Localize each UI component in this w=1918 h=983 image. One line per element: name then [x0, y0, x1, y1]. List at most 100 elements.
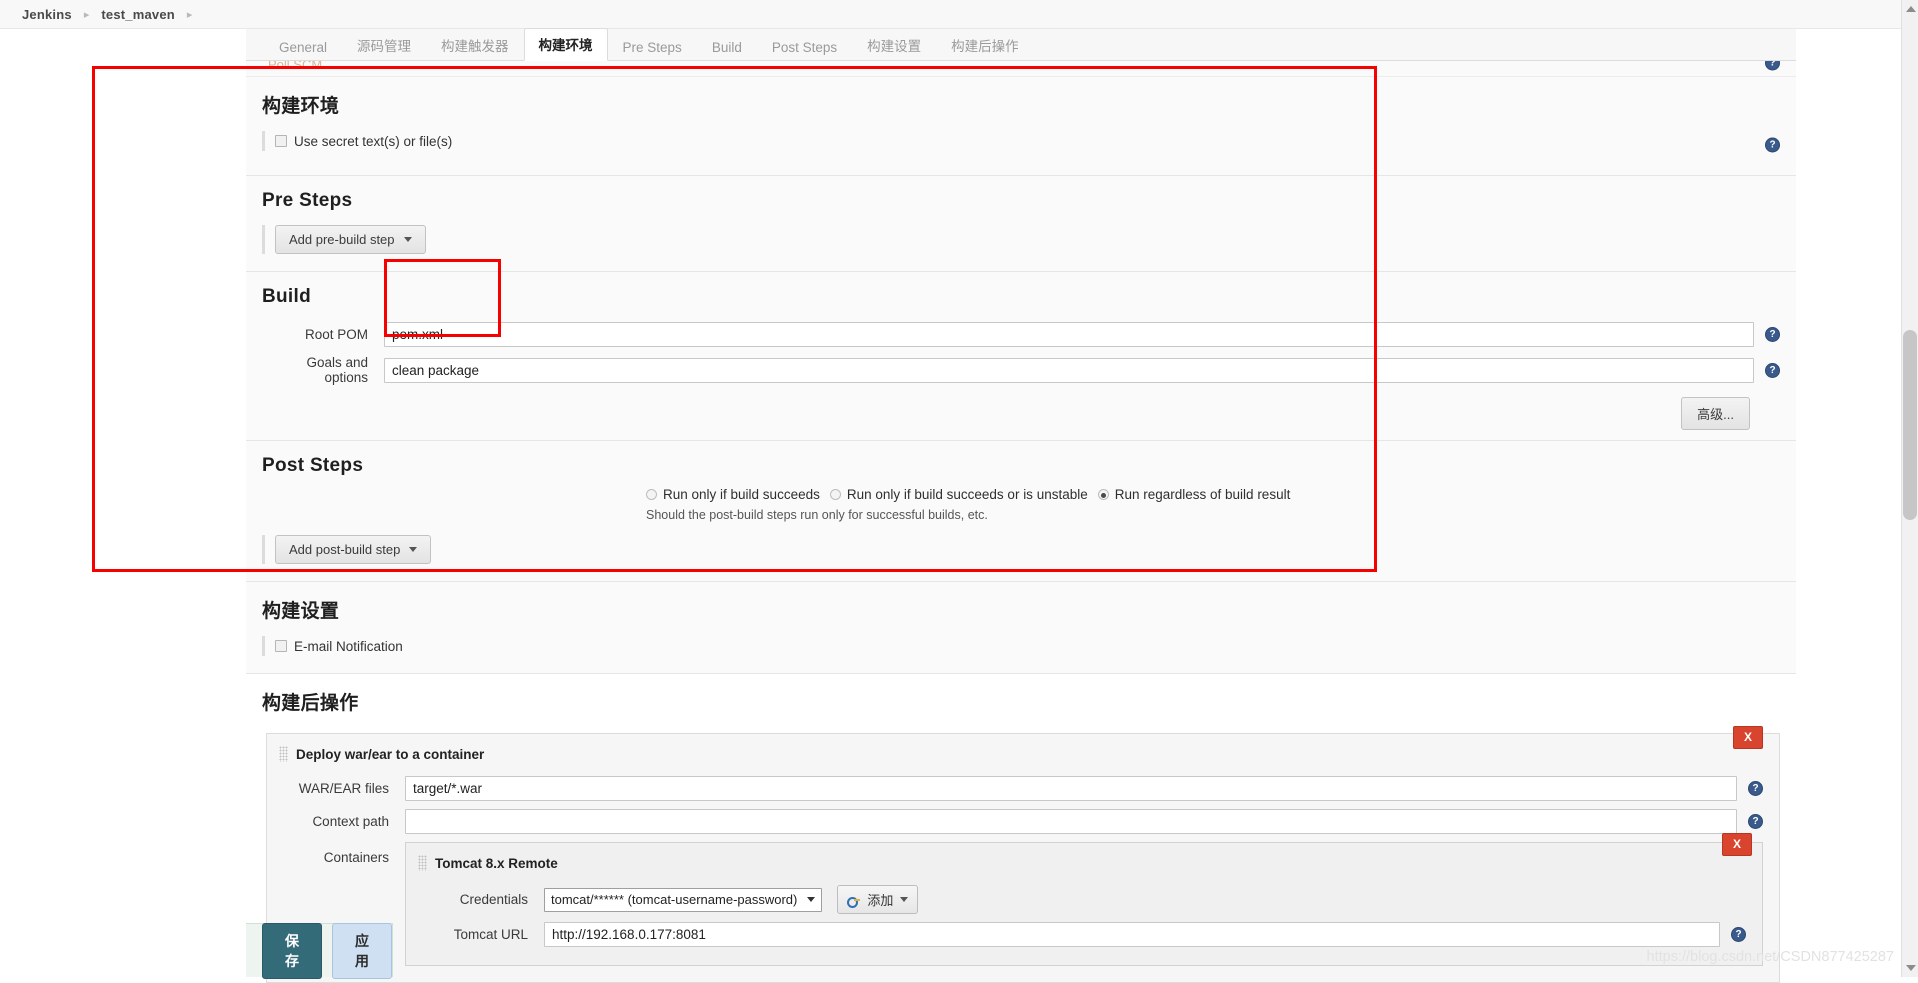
- tomcat-container-header: Tomcat 8.x Remote: [406, 853, 1762, 881]
- email-notification-label: E-mail Notification: [294, 638, 403, 654]
- build-settings-title: 构建设置: [262, 601, 340, 622]
- tab-general[interactable]: General: [264, 34, 342, 61]
- war-ear-files-label: WAR/EAR files: [298, 781, 389, 796]
- use-secret-text-row: Use secret text(s) or file(s) ?: [246, 128, 1796, 161]
- build-environment-title: 构建环境: [262, 96, 340, 117]
- credentials-select[interactable]: tomcat/****** (tomcat-username-password): [544, 887, 823, 912]
- form-action-bar: 保存 应用: [246, 922, 393, 979]
- email-notification-row: E-mail Notification: [246, 633, 1796, 659]
- apply-button[interactable]: 应用: [332, 922, 392, 979]
- radio-run-if-succeeds-or-unstable[interactable]: [829, 489, 841, 500]
- watermark: https://blog.csdn.net/CSDN877425287: [1646, 949, 1894, 965]
- tomcat-url-label: Tomcat URL: [453, 927, 528, 942]
- drag-grip: [262, 131, 265, 151]
- breadcrumb-separator-icon: ▸: [83, 8, 90, 21]
- scrollbar-thumb[interactable]: [1903, 330, 1917, 520]
- tab-post-build-actions[interactable]: 构建后操作: [936, 29, 1034, 61]
- radio-item-run-if-succeeds[interactable]: Run only if build succeeds: [646, 487, 820, 502]
- add-credentials-label: 添加: [867, 893, 894, 908]
- config-tab-bar: General 源码管理 构建触发器 构建环境 Pre Steps Build …: [246, 28, 1796, 61]
- post-steps-hint: Should the post-build steps run only for…: [646, 508, 988, 522]
- deploy-war-header-label: Deploy war/ear to a container: [296, 746, 485, 762]
- tab-build-settings[interactable]: 构建设置: [852, 29, 936, 61]
- help-icon[interactable]: ?: [1765, 61, 1780, 71]
- radio-item-run-if-succeeds-or-unstable[interactable]: Run only if build succeeds or is unstabl…: [829, 487, 1088, 502]
- help-icon[interactable]: ?: [1748, 814, 1763, 829]
- email-notification-checkbox[interactable]: [275, 640, 287, 652]
- save-button[interactable]: 保存: [262, 922, 322, 979]
- deploy-war-panel: X Deploy war/ear to a container WAR/EAR …: [266, 726, 1780, 983]
- section-post-steps: Post Steps Run only if build succeeds Ru…: [246, 441, 1796, 582]
- post-build-actions-title: 构建后操作: [262, 693, 359, 714]
- tab-post-steps[interactable]: Post Steps: [757, 34, 852, 61]
- tomcat-url-input[interactable]: [544, 922, 1720, 947]
- chevron-down-icon: [900, 897, 909, 902]
- help-icon[interactable]: ?: [1765, 327, 1780, 342]
- radio-run-regardless[interactable]: [1097, 489, 1109, 500]
- section-build: Build Root POM ? Goals and options ? 高级.…: [246, 272, 1796, 441]
- pre-steps-title: Pre Steps: [262, 190, 353, 211]
- radio-label-run-if-succeeds: Run only if build succeeds: [663, 487, 820, 502]
- root-pom-label: Root POM: [304, 327, 368, 342]
- key-icon: [847, 895, 861, 908]
- war-ear-files-row: WAR/EAR files ?: [267, 772, 1779, 805]
- section-pre-steps: Pre Steps Add pre-build step: [246, 176, 1796, 272]
- poll-scm-partial-row: Poll SCM ?: [246, 61, 1796, 77]
- help-icon[interactable]: ?: [1731, 927, 1746, 942]
- credentials-label: Credentials: [459, 892, 528, 907]
- tab-build[interactable]: Build: [697, 34, 757, 61]
- breadcrumb-item-jenkins[interactable]: Jenkins: [22, 7, 72, 22]
- context-path-label: Context path: [312, 814, 389, 829]
- tab-source-code-management[interactable]: 源码管理: [342, 29, 426, 61]
- remove-container-button[interactable]: X: [1721, 833, 1752, 857]
- tomcat-container-header-label: Tomcat 8.x Remote: [435, 855, 558, 871]
- drag-handle-icon[interactable]: [279, 746, 288, 762]
- add-pre-build-step-row: Add pre-build step: [246, 222, 1796, 257]
- add-post-build-step-button[interactable]: Add post-build step: [275, 535, 432, 564]
- drag-grip: [262, 225, 265, 254]
- root-pom-row: Root POM ?: [246, 318, 1796, 351]
- root-pom-input[interactable]: [384, 322, 1754, 347]
- page-body: General 源码管理 构建触发器 构建环境 Pre Steps Build …: [0, 28, 1918, 983]
- add-credentials-button[interactable]: 添加: [837, 885, 919, 914]
- breadcrumb-item-project[interactable]: test_maven: [101, 7, 175, 22]
- radio-label-run-regardless: Run regardless of build result: [1114, 487, 1291, 502]
- post-steps-title: Post Steps: [262, 455, 364, 476]
- help-icon[interactable]: ?: [1748, 781, 1763, 796]
- remove-deploy-publisher-button[interactable]: X: [1732, 726, 1763, 750]
- left-side-column: [0, 29, 246, 977]
- add-pre-build-step-button[interactable]: Add pre-build step: [275, 225, 426, 254]
- tab-build-environment[interactable]: 构建环境: [523, 28, 608, 61]
- radio-item-run-regardless[interactable]: Run regardless of build result: [1097, 487, 1291, 502]
- credentials-row: Credentials tomcat/****** (tomcat-userna…: [406, 881, 1762, 918]
- radio-run-if-succeeds[interactable]: [646, 489, 657, 500]
- goals-and-options-row: Goals and options ?: [246, 351, 1796, 389]
- poll-scm-label: Poll SCM: [268, 61, 323, 72]
- config-form-column: General 源码管理 构建触发器 构建环境 Pre Steps Build …: [246, 28, 1796, 983]
- chevron-down-icon: [409, 547, 418, 552]
- section-post-build-actions: 构建后操作 X Deploy war/ear to a container WA…: [246, 674, 1796, 983]
- add-post-build-step-label: Add post-build step: [289, 542, 401, 557]
- war-ear-files-input[interactable]: [405, 776, 1737, 801]
- use-secret-text-label: Use secret text(s) or file(s): [294, 133, 453, 149]
- breadcrumb-separator-icon-2: ▸: [186, 8, 193, 21]
- post-steps-radio-group: Run only if build succeeds Run only if b…: [246, 487, 1796, 502]
- context-path-row: Context path ?: [267, 805, 1779, 838]
- config-form: Poll SCM ? 构建环境 Use secret text(s) or fi…: [246, 61, 1796, 983]
- scroll-down-arrow-icon[interactable]: [1906, 965, 1916, 971]
- scroll-up-arrow-icon[interactable]: [1906, 6, 1916, 12]
- chevron-down-icon: [807, 897, 816, 902]
- drag-handle-icon[interactable]: [418, 855, 427, 871]
- context-path-input[interactable]: [405, 809, 1737, 834]
- tab-build-triggers[interactable]: 构建触发器: [426, 29, 524, 61]
- help-icon[interactable]: ?: [1765, 137, 1780, 152]
- credentials-select-value: tomcat/****** (tomcat-username-password): [551, 892, 798, 907]
- use-secret-text-checkbox[interactable]: [275, 135, 287, 147]
- help-icon[interactable]: ?: [1765, 362, 1780, 378]
- tab-pre-steps[interactable]: Pre Steps: [608, 34, 697, 61]
- page-scrollbar[interactable]: [1901, 0, 1918, 977]
- add-post-build-step-row: Add post-build step: [246, 532, 1796, 567]
- goals-and-options-input[interactable]: [384, 357, 1754, 383]
- add-pre-build-step-label: Add pre-build step: [289, 232, 395, 247]
- advanced-button[interactable]: 高级...: [1681, 397, 1750, 430]
